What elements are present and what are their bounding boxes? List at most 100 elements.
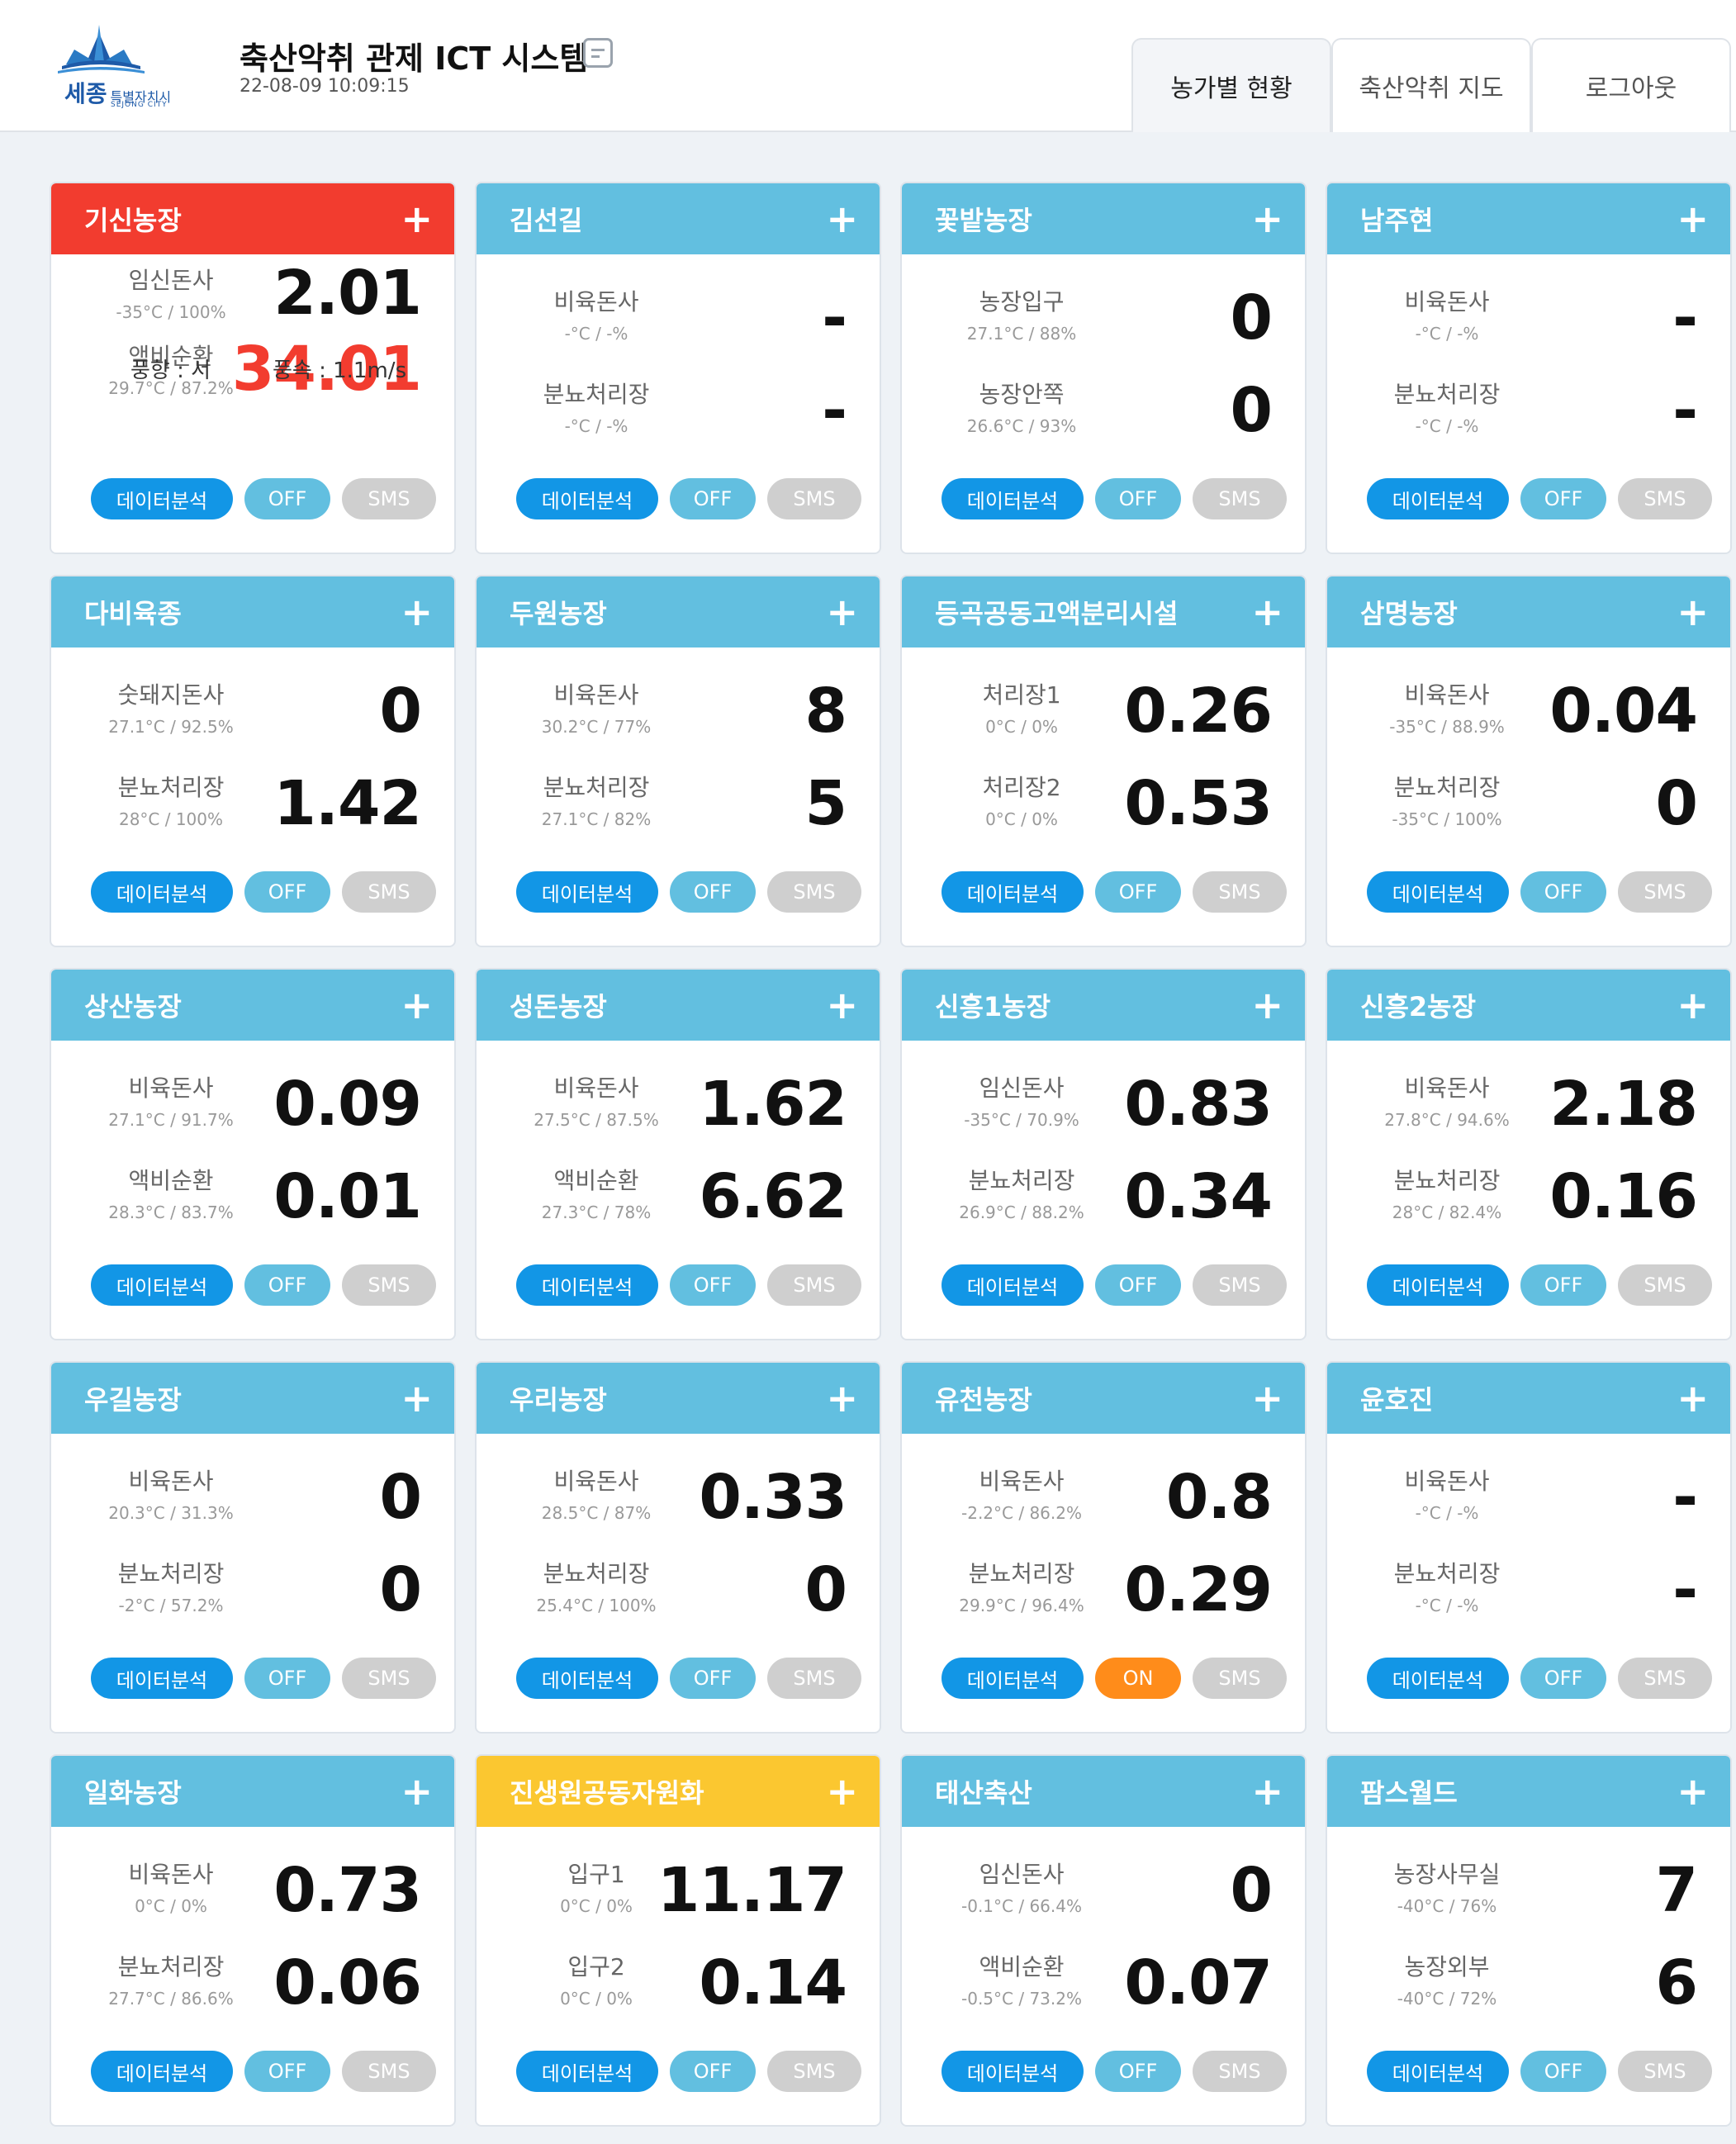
sms-button[interactable]: SMS (342, 1264, 436, 1306)
sms-button[interactable]: SMS (767, 1658, 861, 1699)
data-analysis-button[interactable]: 데이터분석 (91, 478, 233, 519)
farm-card-header[interactable]: 신흥1농장 + (902, 970, 1305, 1041)
expand-plus-icon[interactable]: + (1677, 986, 1709, 1024)
alarm-toggle-button[interactable]: OFF (1095, 1264, 1181, 1306)
farm-card-header[interactable]: 상산농장 + (51, 970, 454, 1041)
alarm-toggle-button[interactable]: OFF (670, 871, 756, 913)
alarm-toggle-button[interactable]: OFF (1520, 1658, 1606, 1699)
tab-farm-status[interactable]: 농가별 현황 (1131, 38, 1331, 132)
expand-plus-icon[interactable]: + (1677, 593, 1709, 631)
expand-plus-icon[interactable]: + (1251, 593, 1283, 631)
expand-plus-icon[interactable]: + (826, 200, 858, 238)
expand-plus-icon[interactable]: + (1677, 1379, 1709, 1417)
sms-button[interactable]: SMS (342, 871, 436, 913)
alarm-toggle-button[interactable]: OFF (244, 871, 330, 913)
alarm-toggle-button[interactable]: OFF (244, 1658, 330, 1699)
expand-plus-icon[interactable]: + (826, 1772, 858, 1810)
data-analysis-button[interactable]: 데이터분석 (1367, 2051, 1509, 2092)
sms-button[interactable]: SMS (767, 871, 861, 913)
alarm-toggle-button[interactable]: OFF (670, 1264, 756, 1306)
sms-button[interactable]: SMS (342, 2051, 436, 2092)
data-analysis-button[interactable]: 데이터분석 (942, 2051, 1084, 2092)
sms-button[interactable]: SMS (1618, 2051, 1712, 2092)
farm-card-header[interactable]: 일화농장 + (51, 1756, 454, 1827)
sejong-city-logo[interactable]: 세종 특별자치시 SEJONG CITY (50, 25, 198, 109)
alarm-toggle-button[interactable]: OFF (1520, 1264, 1606, 1306)
farm-card-header[interactable]: 성돈농장 + (477, 970, 880, 1041)
sms-button[interactable]: SMS (1618, 871, 1712, 913)
alarm-toggle-button[interactable]: OFF (1520, 2051, 1606, 2092)
alarm-toggle-button[interactable]: OFF (244, 2051, 330, 2092)
farm-card-header[interactable]: 삼명농장 + (1327, 576, 1730, 647)
farm-card-header[interactable]: 신흥2농장 + (1327, 970, 1730, 1041)
farm-card-header[interactable]: 두원농장 + (477, 576, 880, 647)
expand-plus-icon[interactable]: + (1251, 200, 1283, 238)
sms-button[interactable]: SMS (1618, 1658, 1712, 1699)
data-analysis-button[interactable]: 데이터분석 (516, 2051, 658, 2092)
data-analysis-button[interactable]: 데이터분석 (516, 478, 658, 519)
farm-card-header[interactable]: 남주현 + (1327, 183, 1730, 254)
alarm-toggle-button[interactable]: OFF (670, 478, 756, 519)
alarm-toggle-button[interactable]: OFF (244, 478, 330, 519)
farm-card-header[interactable]: 윤호진 + (1327, 1363, 1730, 1434)
sms-button[interactable]: SMS (1193, 1658, 1287, 1699)
data-analysis-button[interactable]: 데이터분석 (942, 1658, 1084, 1699)
farm-card-header[interactable]: 진생원공동자원화 + (477, 1756, 880, 1827)
alarm-toggle-button[interactable]: ON (1095, 1658, 1181, 1699)
farm-card-header[interactable]: 다비육종 + (51, 576, 454, 647)
alarm-toggle-button[interactable]: OFF (244, 1264, 330, 1306)
sms-button[interactable]: SMS (767, 478, 861, 519)
sms-button[interactable]: SMS (1193, 1264, 1287, 1306)
farm-card-header[interactable]: 유천농장 + (902, 1363, 1305, 1434)
data-analysis-button[interactable]: 데이터분석 (516, 871, 658, 913)
logout-button[interactable]: 로그아웃 (1531, 38, 1731, 132)
sms-button[interactable]: SMS (1193, 478, 1287, 519)
memo-icon[interactable] (583, 38, 613, 68)
sms-button[interactable]: SMS (1618, 478, 1712, 519)
alarm-toggle-button[interactable]: OFF (670, 1658, 756, 1699)
farm-card-header[interactable]: 김선길 + (477, 183, 880, 254)
expand-plus-icon[interactable]: + (1251, 1772, 1283, 1810)
expand-plus-icon[interactable]: + (826, 986, 858, 1024)
farm-card-header[interactable]: 등곡공동고액분리시설 + (902, 576, 1305, 647)
alarm-toggle-button[interactable]: OFF (1095, 2051, 1181, 2092)
data-analysis-button[interactable]: 데이터분석 (91, 871, 233, 913)
alarm-toggle-button[interactable]: OFF (1520, 478, 1606, 519)
expand-plus-icon[interactable]: + (1677, 200, 1709, 238)
farm-card-header[interactable]: 꽃밭농장 + (902, 183, 1305, 254)
sms-button[interactable]: SMS (1193, 871, 1287, 913)
sms-button[interactable]: SMS (1618, 1264, 1712, 1306)
data-analysis-button[interactable]: 데이터분석 (942, 871, 1084, 913)
data-analysis-button[interactable]: 데이터분석 (91, 1264, 233, 1306)
farm-card-header[interactable]: 팜스월드 + (1327, 1756, 1730, 1827)
sms-button[interactable]: SMS (342, 478, 436, 519)
expand-plus-icon[interactable]: + (401, 200, 433, 238)
sms-button[interactable]: SMS (1193, 2051, 1287, 2092)
data-analysis-button[interactable]: 데이터분석 (516, 1264, 658, 1306)
farm-card-header[interactable]: 우길농장 + (51, 1363, 454, 1434)
data-analysis-button[interactable]: 데이터분석 (1367, 478, 1509, 519)
expand-plus-icon[interactable]: + (1251, 986, 1283, 1024)
data-analysis-button[interactable]: 데이터분석 (942, 1264, 1084, 1306)
expand-plus-icon[interactable]: + (1251, 1379, 1283, 1417)
data-analysis-button[interactable]: 데이터분석 (91, 2051, 233, 2092)
sms-button[interactable]: SMS (767, 1264, 861, 1306)
expand-plus-icon[interactable]: + (826, 593, 858, 631)
alarm-toggle-button[interactable]: OFF (1095, 478, 1181, 519)
expand-plus-icon[interactable]: + (401, 986, 433, 1024)
alarm-toggle-button[interactable]: OFF (1520, 871, 1606, 913)
expand-plus-icon[interactable]: + (401, 1772, 433, 1810)
expand-plus-icon[interactable]: + (401, 593, 433, 631)
data-analysis-button[interactable]: 데이터분석 (942, 478, 1084, 519)
alarm-toggle-button[interactable]: OFF (670, 2051, 756, 2092)
expand-plus-icon[interactable]: + (1677, 1772, 1709, 1810)
farm-card-header[interactable]: 기신농장 + (51, 183, 454, 254)
data-analysis-button[interactable]: 데이터분석 (1367, 1658, 1509, 1699)
data-analysis-button[interactable]: 데이터분석 (1367, 871, 1509, 913)
farm-card-header[interactable]: 태산축산 + (902, 1756, 1305, 1827)
expand-plus-icon[interactable]: + (826, 1379, 858, 1417)
sms-button[interactable]: SMS (767, 2051, 861, 2092)
alarm-toggle-button[interactable]: OFF (1095, 871, 1181, 913)
data-analysis-button[interactable]: 데이터분석 (91, 1658, 233, 1699)
data-analysis-button[interactable]: 데이터분석 (1367, 1264, 1509, 1306)
